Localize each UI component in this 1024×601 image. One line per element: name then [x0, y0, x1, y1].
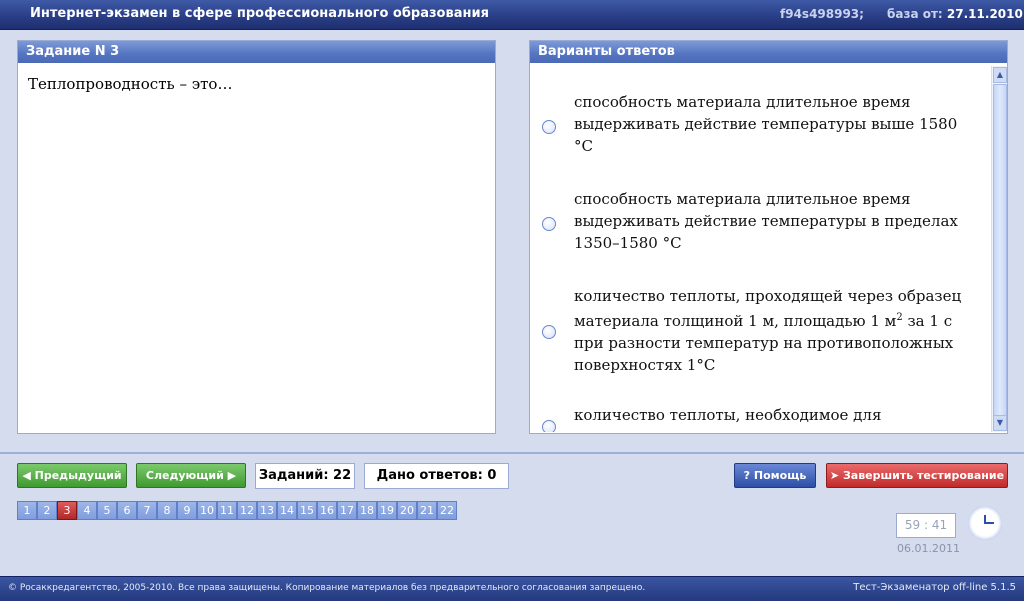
session-code: f94s498993; — [780, 7, 864, 21]
page-button-6[interactable]: 6 — [117, 501, 137, 520]
radio-button[interactable] — [542, 217, 556, 231]
current-date: 06.01.2011 — [897, 542, 960, 555]
finish-button[interactable]: ➤ Завершить тестирование — [826, 463, 1008, 488]
task-panel: Задание N 3 Теплопроводность – это… — [17, 40, 496, 434]
page-button-17[interactable]: 17 — [337, 501, 357, 520]
arrow-left-icon: ◀ — [22, 469, 31, 482]
scroll-up-icon[interactable]: ▲ — [993, 67, 1007, 83]
page-button-21[interactable]: 21 — [417, 501, 437, 520]
title-bar: Интернет-экзамен в сфере профессионально… — [0, 0, 1024, 30]
answer-text: количество теплоты, необходимое для — [574, 406, 882, 424]
footer: © Росаккредагентство, 2005-2010. Все пра… — [0, 576, 1024, 601]
answer-text: способность материала длительное время в… — [574, 93, 958, 155]
arrow-right-icon: ▶ — [227, 469, 237, 482]
page-button-20[interactable]: 20 — [397, 501, 417, 520]
timer: 59 : 41 — [896, 513, 956, 538]
answer-text: способность материала длительное время в… — [574, 190, 958, 252]
page-button-12[interactable]: 12 — [237, 501, 257, 520]
page-button-10[interactable]: 10 — [197, 501, 217, 520]
app-title: Интернет-экзамен в сфере профессионально… — [30, 6, 489, 21]
page-button-14[interactable]: 14 — [277, 501, 297, 520]
question-icon: ? — [743, 469, 751, 482]
page-button-18[interactable]: 18 — [357, 501, 377, 520]
answers-given: Дано ответов: 0 — [364, 463, 509, 489]
page-button-22[interactable]: 22 — [437, 501, 457, 520]
answer-text: количество теплоты, проходящей через обр… — [574, 285, 974, 376]
page-button-3[interactable]: 3 — [57, 501, 77, 520]
page-button-9[interactable]: 9 — [177, 501, 197, 520]
page-button-7[interactable]: 7 — [137, 501, 157, 520]
page-button-15[interactable]: 15 — [297, 501, 317, 520]
help-label: Помощь — [753, 469, 807, 482]
clock-icon — [968, 506, 1002, 540]
finish-label: Завершить тестирование — [842, 469, 1005, 482]
page-button-2[interactable]: 2 — [37, 501, 57, 520]
answers-panel: Варианты ответов способность материала д… — [529, 40, 1008, 434]
runner-icon: ➤ — [829, 469, 840, 482]
divider — [0, 452, 1024, 454]
page-button-1[interactable]: 1 — [17, 501, 37, 520]
scroll-thumb[interactable] — [993, 84, 1007, 416]
version-text: Тест-Экзаменатор off-line 5.1.5 — [853, 582, 1016, 593]
next-button[interactable]: Следующий ▶ — [136, 463, 246, 488]
previous-label: Предыдущий — [34, 469, 122, 482]
database-date: база от: 27.11.2010 — [887, 7, 1023, 21]
page-button-19[interactable]: 19 — [377, 501, 397, 520]
next-label: Следующий — [145, 469, 224, 482]
previous-button[interactable]: ◀ Предыдущий — [17, 463, 127, 488]
radio-button[interactable] — [542, 420, 556, 432]
page-button-13[interactable]: 13 — [257, 501, 277, 520]
page-button-8[interactable]: 8 — [157, 501, 177, 520]
task-header: Задание N 3 — [18, 41, 495, 63]
page-button-16[interactable]: 16 — [317, 501, 337, 520]
page-button-11[interactable]: 11 — [217, 501, 237, 520]
question-text: Теплопроводность – это… — [28, 75, 233, 93]
scroll-down-icon[interactable]: ▼ — [993, 415, 1007, 431]
help-button[interactable]: ? Помощь — [734, 463, 816, 488]
database-date-value: 27.11.2010 — [946, 7, 1023, 21]
copyright-text: © Росаккредагентство, 2005-2010. Все пра… — [8, 583, 646, 593]
answer-option-4[interactable]: количество теплоты, необходимое для — [542, 404, 962, 432]
radio-button[interactable] — [542, 325, 556, 339]
page-button-4[interactable]: 4 — [77, 501, 97, 520]
tasks-count: Заданий: 22 — [255, 463, 355, 489]
radio-button[interactable] — [542, 120, 556, 134]
answers-header: Варианты ответов — [530, 41, 1007, 63]
answers-scrollbar[interactable]: ▲ ▼ — [991, 66, 1007, 432]
database-label: база от: — [887, 7, 943, 21]
page-button-5[interactable]: 5 — [97, 501, 117, 520]
